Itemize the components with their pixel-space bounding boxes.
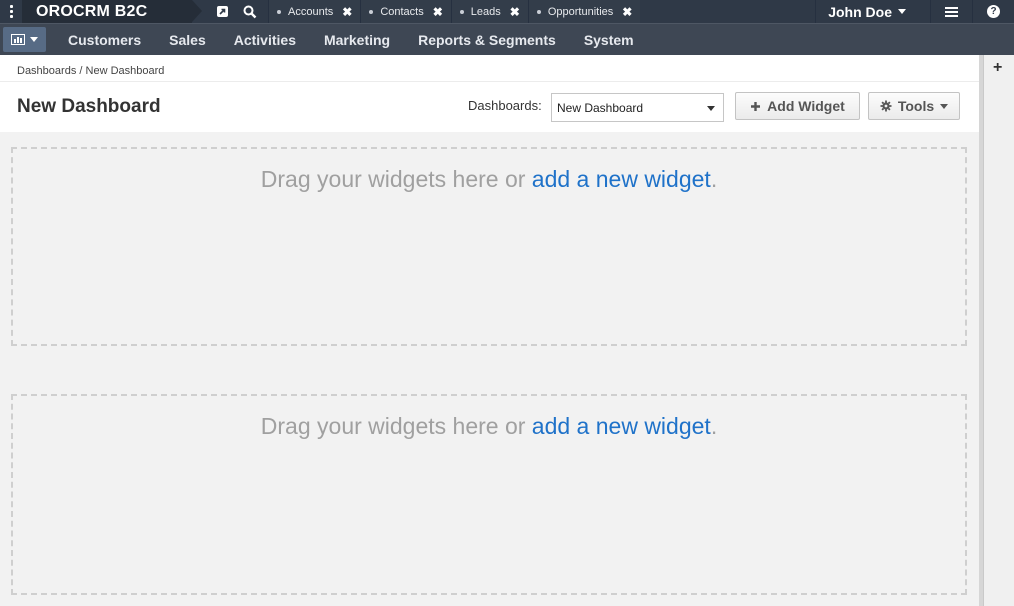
- page-title: New Dashboard: [17, 96, 161, 117]
- widget-dropzone[interactable]: Drag your widgets here or add a new widg…: [11, 147, 967, 346]
- add-widget-button[interactable]: Add Widget: [735, 92, 860, 120]
- pinned-tab-contacts[interactable]: Contacts ✖: [360, 0, 451, 23]
- breadcrumb-current: New Dashboard: [85, 65, 165, 77]
- pinned-tab-label: Leads: [470, 5, 501, 18]
- pinned-tab-opportunities[interactable]: Opportunities ✖: [527, 0, 641, 23]
- pinned-tab-label: Opportunities: [547, 5, 614, 18]
- pinned-tabs: Accounts ✖ Contacts ✖ Leads ✖ Opportunit…: [268, 0, 641, 23]
- nav-item-customers[interactable]: Customers: [54, 32, 155, 48]
- tools-button[interactable]: Tools: [868, 92, 960, 120]
- nav-item-reports-segments[interactable]: Reports & Segments: [404, 32, 570, 48]
- right-sidebar: +: [983, 55, 1014, 606]
- gear-icon: [880, 100, 892, 112]
- widget-dropzone[interactable]: Drag your widgets here or add a new widg…: [11, 394, 967, 595]
- pinned-tab-leads[interactable]: Leads ✖: [450, 0, 528, 23]
- bullet-icon: [369, 9, 374, 14]
- dropzone-message: Drag your widgets here or add a new widg…: [260, 413, 718, 439]
- breadcrumb-dashboards[interactable]: Dashboards: [17, 65, 76, 77]
- nav-item-sales[interactable]: Sales: [155, 32, 220, 48]
- add-widget-label: Add Widget: [767, 98, 845, 114]
- close-icon[interactable]: ✖: [342, 5, 352, 19]
- user-menu[interactable]: John Doe: [815, 0, 918, 23]
- bullet-icon: [536, 9, 541, 14]
- close-icon[interactable]: ✖: [510, 5, 520, 19]
- chevron-down-icon: [707, 106, 715, 111]
- add-new-widget-link[interactable]: add a new widget: [532, 413, 711, 439]
- bullet-icon: [277, 9, 281, 14]
- main-navigation: Customers Sales Activities Marketing Rep…: [0, 23, 1014, 55]
- breadcrumb-separator: /: [79, 65, 83, 77]
- close-icon[interactable]: ✖: [622, 5, 632, 19]
- add-new-widget-link[interactable]: add a new widget: [532, 166, 711, 192]
- help-icon[interactable]: ?: [972, 0, 1014, 23]
- chevron-down-icon: [898, 9, 906, 14]
- pinned-tab-accounts[interactable]: Accounts ✖: [268, 0, 361, 23]
- dashboards-label: Dashboards:: [468, 98, 542, 113]
- plus-icon: [751, 101, 761, 111]
- pinned-tab-label: Contacts: [380, 5, 424, 18]
- hamburger-menu-icon[interactable]: [930, 0, 972, 23]
- main-content: Dashboards / New Dashboard New Dashboard…: [0, 55, 979, 606]
- user-name: John Doe: [828, 3, 892, 20]
- brand-logo[interactable]: OROCRM B2C: [22, 0, 202, 23]
- add-sidebar-widget-icon[interactable]: +: [993, 59, 1002, 77]
- page-header: New Dashboard Dashboards: New Dashboard …: [0, 82, 979, 132]
- chevron-down-icon: [940, 103, 949, 109]
- breadcrumb: Dashboards / New Dashboard: [0, 55, 979, 82]
- tools-label: Tools: [897, 98, 935, 114]
- chevron-down-icon: [30, 37, 38, 42]
- dashboard-select-value: New Dashboard: [557, 101, 644, 115]
- nav-item-system[interactable]: System: [570, 32, 648, 48]
- dropzone-message: Drag your widgets here or add a new widg…: [260, 166, 718, 192]
- nav-item-marketing[interactable]: Marketing: [310, 32, 404, 48]
- dashboard-select[interactable]: New Dashboard: [551, 93, 724, 122]
- app-menu-icon[interactable]: [0, 0, 22, 23]
- close-icon[interactable]: ✖: [433, 5, 443, 19]
- search-icon[interactable]: [236, 0, 264, 23]
- history-icon[interactable]: [208, 0, 236, 23]
- bullet-icon: [459, 9, 464, 14]
- dashboard-menu-button[interactable]: [3, 27, 46, 52]
- pinned-tab-label: Accounts: [288, 5, 334, 18]
- top-bar: OROCRM B2C Accounts ✖ Contacts ✖ Leads ✖…: [0, 0, 1014, 23]
- bar-chart-icon: [11, 34, 25, 45]
- nav-item-activities[interactable]: Activities: [220, 32, 310, 48]
